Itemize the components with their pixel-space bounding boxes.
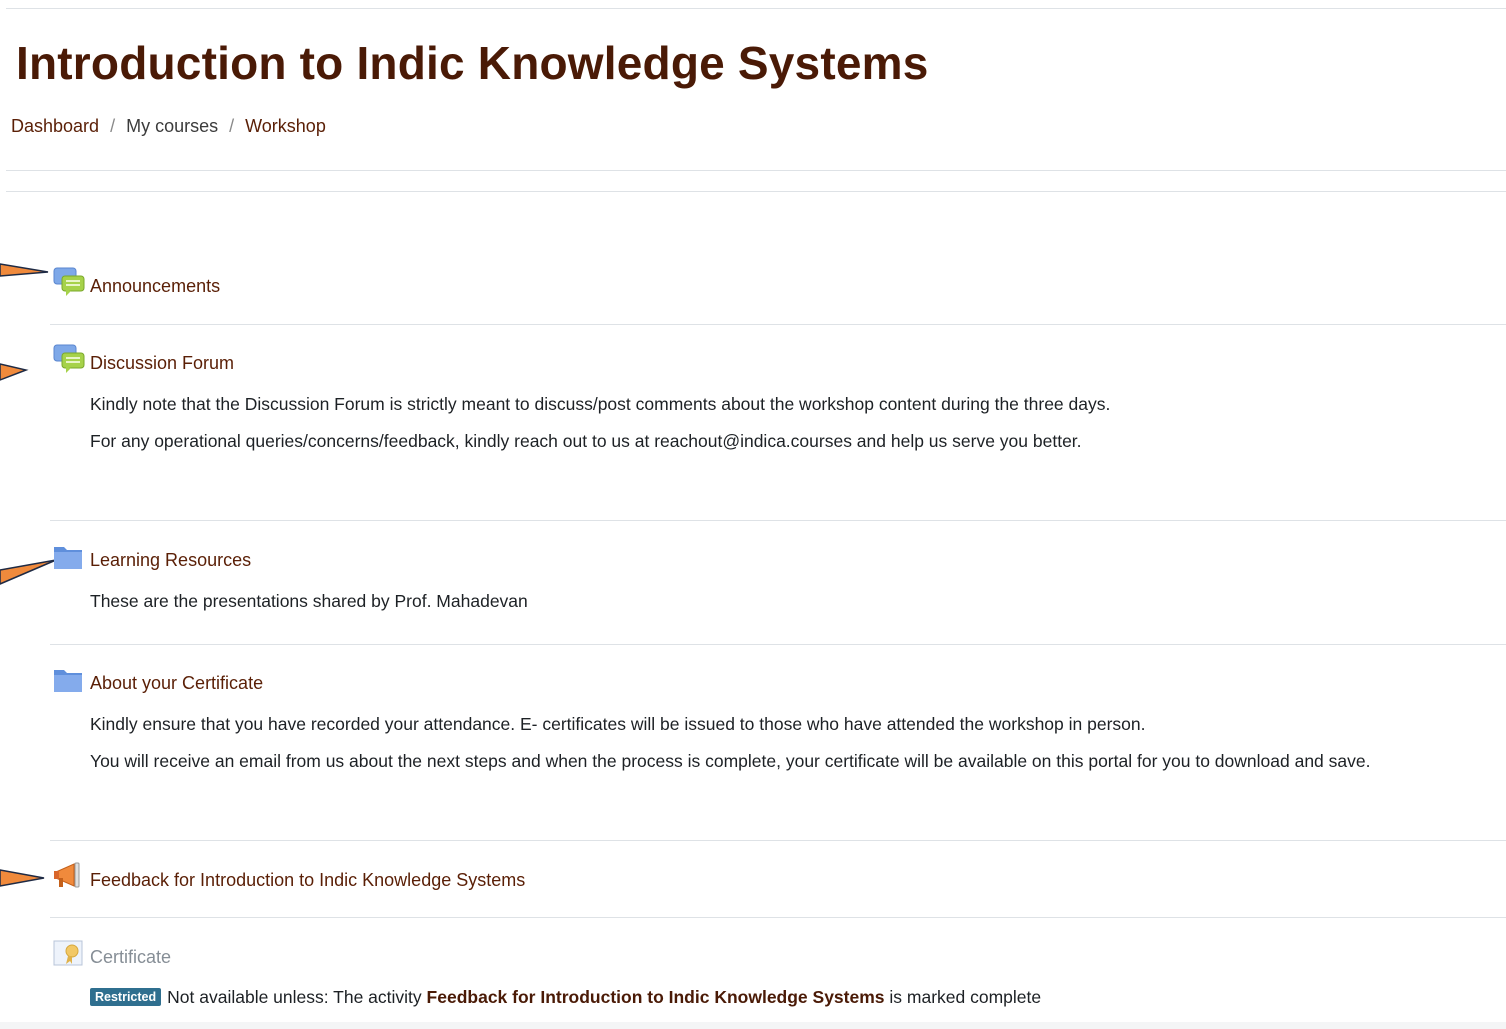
activity-divider xyxy=(50,644,1506,645)
activity-description: Kindly ensure that you have recorded you… xyxy=(90,714,1146,734)
content-divider xyxy=(6,191,1506,192)
breadcrumb-workshop[interactable]: Workshop xyxy=(245,116,326,137)
restriction-prefix: Not available unless: The activity xyxy=(167,987,422,1007)
activity-description: Kindly note that the Discussion Forum is… xyxy=(90,394,1111,414)
activity-feedback[interactable]: Feedback for Introduction to Indic Knowl… xyxy=(90,870,525,891)
breadcrumb-my-courses[interactable]: My courses xyxy=(126,116,218,137)
certificate-icon xyxy=(53,940,83,966)
forum-icon xyxy=(53,344,85,373)
breadcrumb-separator: / xyxy=(229,116,235,136)
annotation-arrow xyxy=(0,263,49,277)
activity-about-certificate[interactable]: About your Certificate xyxy=(90,673,263,694)
restriction-notice: Restricted Not available unless: The acti… xyxy=(90,987,1041,1008)
activity-divider xyxy=(50,917,1506,918)
folder-icon xyxy=(54,670,82,692)
page-title: Introduction to Indic Knowledge Systems xyxy=(16,37,929,89)
activity-description: You will receive an email from us about … xyxy=(90,751,1371,771)
top-divider xyxy=(6,8,1506,9)
forum-icon xyxy=(53,267,85,296)
activity-divider xyxy=(50,520,1506,521)
annotation-arrow xyxy=(0,869,45,887)
activity-description: For any operational queries/concerns/fee… xyxy=(90,431,1082,451)
restriction-activity: Feedback for Introduction to Indic Knowl… xyxy=(426,987,885,1007)
page-footer-band xyxy=(0,1022,1506,1029)
activity-divider xyxy=(50,840,1506,841)
restriction-suffix: is marked complete xyxy=(889,987,1042,1007)
megaphone-icon xyxy=(54,862,80,888)
restricted-badge: Restricted xyxy=(90,988,162,1006)
activity-learning-resources[interactable]: Learning Resources xyxy=(90,550,251,571)
breadcrumb-separator: / xyxy=(110,116,116,136)
annotation-arrow xyxy=(0,363,29,381)
activity-certificate: Certificate xyxy=(90,947,172,967)
activity-divider xyxy=(50,324,1506,325)
header-divider xyxy=(6,170,1506,171)
annotation-arrow xyxy=(0,559,57,585)
breadcrumb-dashboard[interactable]: Dashboard xyxy=(11,116,99,137)
activity-discussion-forum[interactable]: Discussion Forum xyxy=(90,353,234,374)
folder-icon xyxy=(54,547,82,569)
activity-announcements[interactable]: Announcements xyxy=(90,276,220,297)
breadcrumb: Dashboard / My courses / Workshop xyxy=(11,116,326,137)
activity-description: These are the presentations shared by Pr… xyxy=(90,591,528,611)
